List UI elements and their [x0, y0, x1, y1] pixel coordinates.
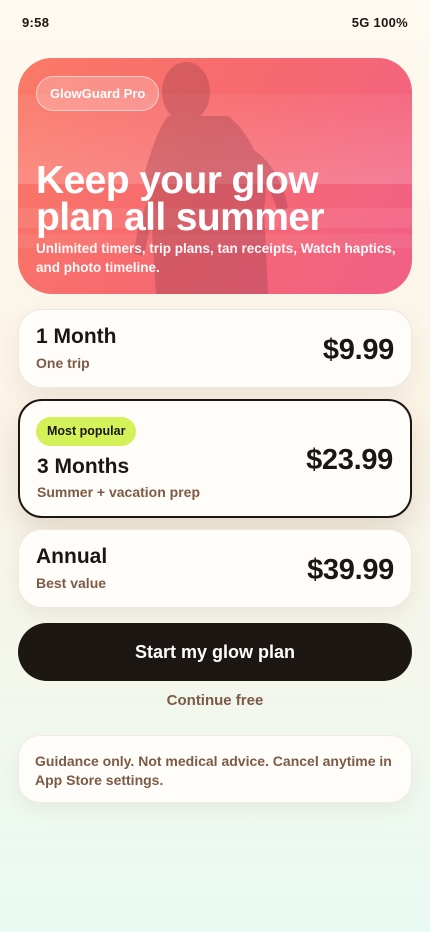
start-plan-button[interactable]: Start my glow plan	[18, 623, 412, 681]
continue-free-link[interactable]: Continue free	[0, 692, 430, 709]
plan-description: One trip	[36, 355, 90, 371]
hero-title-line-1: Keep your glow	[36, 159, 319, 202]
hero-title: Keep your glow plan all summer	[36, 159, 396, 239]
status-bar: 9:58 5G 100%	[0, 0, 430, 44]
plan-price: $39.99	[307, 554, 394, 586]
plan-name: 3 Months	[37, 455, 130, 478]
hero-banner: GlowGuard Pro Keep your glow plan all su…	[18, 58, 412, 294]
disclaimer-note: Guidance only. Not medical advice. Cance…	[18, 735, 412, 803]
status-signal-battery: 5G 100%	[351, 14, 408, 30]
plan-description: Best value	[36, 575, 107, 591]
plan-option-monthly[interactable]: 1 Month One trip $9.99	[18, 309, 412, 388]
hero-subtitle: Unlimited timers, trip plans, tan receip…	[36, 241, 396, 275]
plan-description: Summer + vacation prep	[37, 484, 201, 500]
plan-name: Annual	[36, 545, 108, 568]
plan-price: $9.99	[322, 334, 394, 366]
hero-title-line-2: plan all summer	[36, 196, 325, 239]
pro-badge: GlowGuard Pro	[36, 76, 160, 111]
plan-option-quarterly[interactable]: Most popular 3 Months Summer + vacation …	[18, 399, 412, 518]
plan-price: $23.99	[306, 444, 393, 476]
most-popular-badge: Most popular	[36, 417, 137, 446]
status-time: 9:58	[22, 14, 50, 30]
plan-option-annual[interactable]: Annual Best value $39.99	[18, 529, 412, 608]
plan-name: 1 Month	[36, 325, 117, 348]
